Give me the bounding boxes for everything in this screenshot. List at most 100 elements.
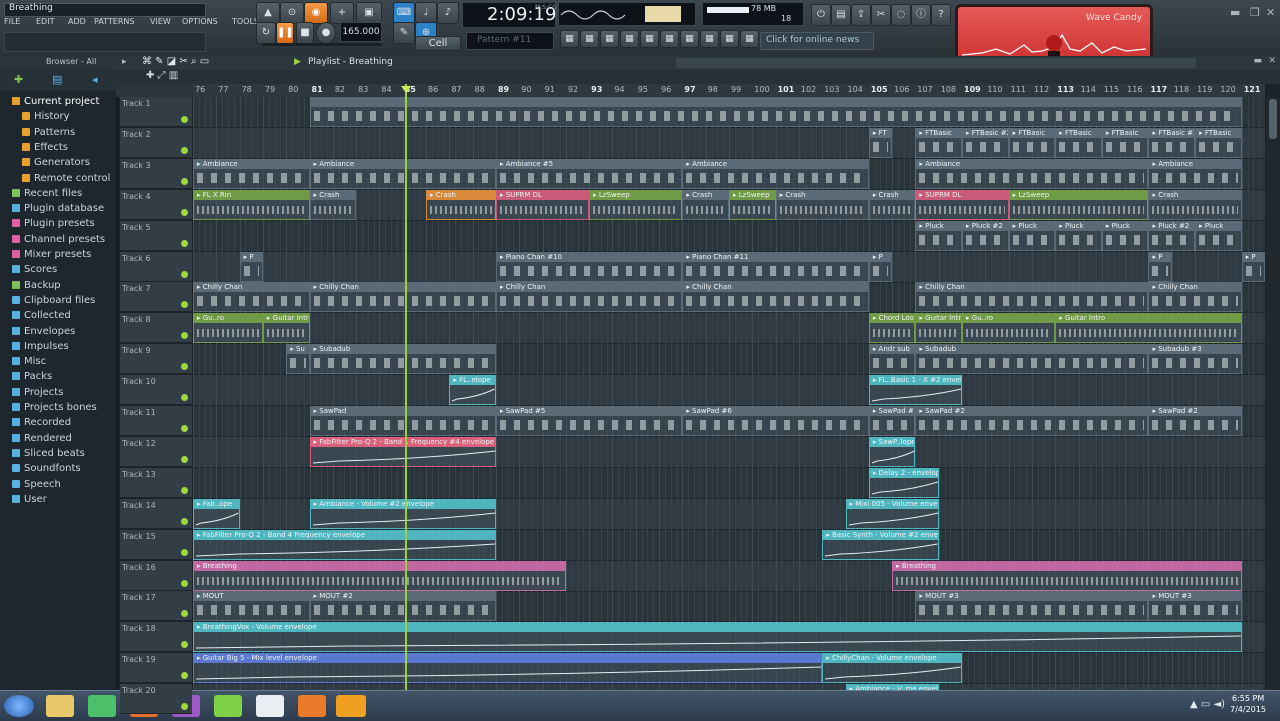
record-button[interactable]: ● (316, 22, 336, 44)
menu-item-file[interactable]: FILE (4, 17, 20, 26)
menu-item-tools[interactable]: TOOLS (232, 17, 259, 26)
pattern-clip[interactable]: ▸ Ambiance (915, 158, 1149, 189)
browser-item-backup[interactable]: Backup (12, 280, 61, 291)
save-icon[interactable]: ▤ (831, 4, 851, 26)
tray-icons[interactable]: ▲ ▭ ◄) (1190, 699, 1225, 710)
pattern-clip[interactable]: ▸ Pluck (1101, 220, 1149, 251)
menu-item-options[interactable]: OPTIONS (182, 17, 218, 26)
tempo-tap-icon[interactable]: ▦ (700, 30, 719, 48)
pattern-clip[interactable]: ▸ Mixi 005 - Volume envelope (845, 498, 939, 529)
track-enable-led[interactable] (181, 579, 188, 587)
playhead[interactable] (405, 84, 408, 690)
track-header[interactable]: Track 14 (120, 498, 192, 529)
power-icon[interactable]: ⏻ (811, 4, 831, 26)
bar-number[interactable]: 118 (1174, 85, 1189, 94)
pattern-clip[interactable]: ▸ Chilly Chan (915, 282, 1149, 313)
cut-icon[interactable]: ✂ (871, 4, 891, 26)
stop-button[interactable]: ■ (296, 22, 314, 44)
song-mode-button[interactable]: ◉ (304, 2, 328, 24)
track-header[interactable]: Track 19 (120, 653, 192, 684)
browser-item-projects[interactable]: Projects (12, 387, 63, 398)
track-enable-led[interactable] (181, 116, 188, 123)
pattern-clip[interactable]: ▸ FTBasic (1195, 127, 1242, 158)
metronome-button[interactable]: ♩ (415, 2, 437, 24)
bar-number[interactable]: 88 (475, 85, 485, 94)
pattern-clip[interactable]: ▸ LzSweep (589, 189, 683, 220)
pattern-clip[interactable]: ▸ Pluck (1008, 220, 1056, 251)
bar-number[interactable]: 86 (428, 85, 438, 94)
bar-number[interactable]: 84 (381, 85, 391, 94)
pattern-clip[interactable]: ▸ Pluck (1055, 220, 1102, 251)
help-icon[interactable]: ? (931, 4, 951, 26)
pattern-clip[interactable]: ▸ Delay 2 - envelope (868, 467, 939, 498)
bar-number[interactable]: 110 (987, 85, 1002, 94)
track-enable-led[interactable] (181, 548, 188, 556)
pattern-clip[interactable]: ▸ FTBasic (915, 127, 963, 158)
bar-number[interactable]: 108 (941, 85, 956, 94)
pattern-clip[interactable]: ▸ Breathing (892, 560, 1242, 591)
track-header[interactable]: Track 9 (120, 344, 192, 375)
playhead-marker[interactable] (401, 86, 412, 93)
horizontal-scrollbar[interactable] (676, 58, 1196, 68)
browser-item-user[interactable]: User (12, 494, 47, 505)
pattern-clip[interactable]: ▸ Guitar Intro (915, 313, 963, 344)
pattern-clip[interactable]: ▸ Subadub #3 (1148, 344, 1242, 375)
browser-icon[interactable]: ▦ (640, 30, 659, 48)
browser-item-mixer-presets[interactable]: Mixer presets (12, 249, 91, 260)
track-header[interactable]: Track 4 (120, 189, 192, 220)
pattern-clip[interactable]: ▸ Crash (1148, 189, 1242, 220)
browser-item-current-project[interactable]: Current project (12, 96, 99, 107)
pattern-clip[interactable]: ▸ MOUT #3 (1148, 591, 1242, 622)
pattern-clip[interactable]: ▸ Chilly Chan (193, 282, 310, 313)
pattern-clip[interactable]: ▸ FTBasic (1008, 127, 1056, 158)
master-pitch-slider[interactable] (262, 43, 382, 46)
pattern-clip[interactable]: ▸ Guitar Intro (262, 313, 310, 344)
bar-number[interactable]: 97 (684, 85, 695, 94)
bar-number[interactable]: 103 (824, 85, 839, 94)
pattern-clip[interactable]: ▸ Su (286, 344, 310, 375)
pattern-clip[interactable]: ▸ ChillyChan - Volume envelope (822, 653, 963, 684)
track-header[interactable]: Track 5 (120, 220, 192, 251)
pattern-clip[interactable]: ▸ SawPad #2 (1148, 406, 1242, 436)
bar-number[interactable]: 105 (871, 85, 888, 94)
timeline-ruler[interactable]: 76 77 78 79 80 81 82 83 84 85 86 87 88 89 90 91 92 93 94 95… (193, 84, 1265, 98)
pattern-clip[interactable]: ▸ FTBasic #2 (962, 127, 1009, 158)
minimize-app-icon[interactable]: ▬ (1230, 6, 1240, 19)
minimize-playlist-icon[interactable]: ▬ (1253, 56, 1262, 66)
undo-icon[interactable]: ▦ (740, 30, 759, 48)
pattern-clip[interactable]: ▸ Guitar Intro (1055, 313, 1242, 344)
bar-number[interactable]: 117 (1150, 85, 1167, 94)
track-header[interactable]: Track 13 (120, 467, 192, 498)
track-enable-led[interactable] (181, 332, 188, 340)
pattern-clip[interactable]: ▸ P (1148, 251, 1172, 282)
pattern-clip[interactable]: ▸ SawPad #2 (868, 406, 916, 436)
browser-item-recorded[interactable]: Recorded (12, 417, 71, 428)
track-header[interactable]: Track 1 (120, 97, 192, 127)
pattern-clip[interactable]: ▸ Ambiance (309, 158, 496, 189)
pattern-tools-icon[interactable]: ⌘ ✎ ◪ ✂ ⌕ ▭ (142, 56, 209, 67)
menu-item-add[interactable]: ADD (68, 17, 86, 26)
pattern-clip[interactable]: ▸ Chilly Chan (682, 282, 869, 313)
clock-date[interactable]: 7/4/2015 (1230, 705, 1266, 714)
bar-number[interactable]: 100 (754, 85, 769, 94)
touch-keyboard-icon[interactable]: ▦ (680, 30, 699, 48)
browser-item-collected[interactable]: Collected (12, 310, 71, 321)
browser-item-effects[interactable]: Effects (22, 142, 68, 153)
bar-number[interactable]: 96 (661, 85, 671, 94)
track-enable-led[interactable] (181, 394, 188, 402)
track-enable-led[interactable] (181, 425, 188, 432)
pattern-clip[interactable]: ▸ SawPad #2 (915, 406, 1149, 436)
track-enable-led[interactable] (181, 146, 188, 154)
pattern-clip[interactable]: ▸ Pluck #2 (1148, 220, 1196, 251)
start-button-icon[interactable] (4, 695, 34, 717)
track-enable-led[interactable] (181, 270, 188, 278)
browser-item-rendered[interactable]: Rendered (12, 433, 72, 444)
bar-number[interactable]: 121 (1244, 85, 1261, 94)
pattern-clip[interactable]: ▸ SawPad #6 (682, 406, 869, 436)
pattern-clip[interactable]: ▸ SawP..lope (868, 436, 916, 467)
close-app-icon[interactable]: ✕ (1266, 6, 1275, 19)
vertical-scrollbar[interactable] (1266, 97, 1280, 690)
bar-number[interactable]: 99 (731, 85, 741, 94)
track-enable-led[interactable] (181, 641, 188, 649)
pattern-clip[interactable]: ▸ FL..Basic 1 - X #2 envelope (868, 375, 963, 406)
